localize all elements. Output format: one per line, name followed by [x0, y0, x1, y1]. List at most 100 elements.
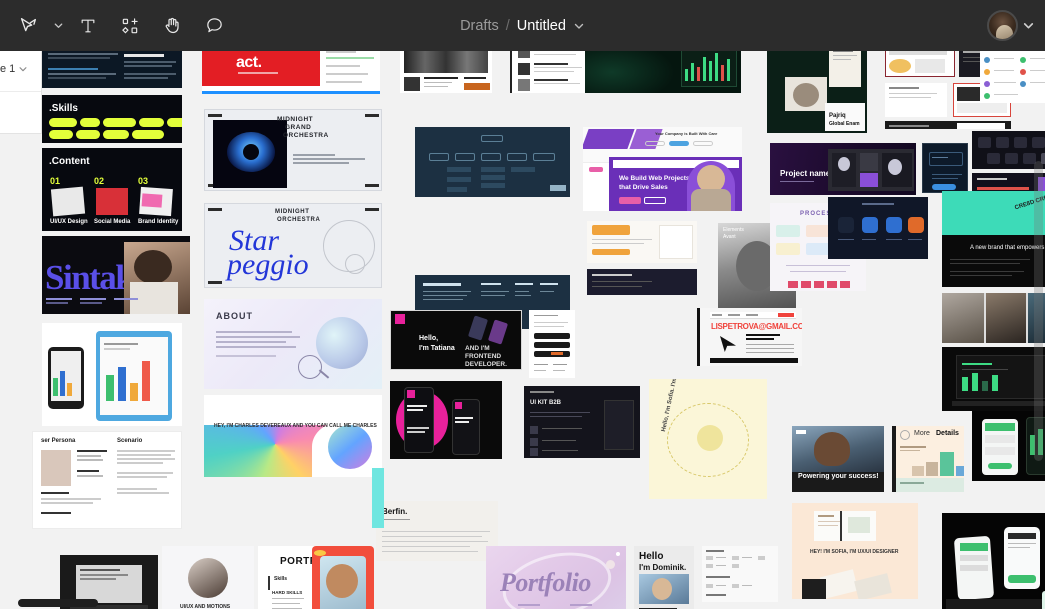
skills-title: .Skills	[49, 103, 78, 114]
pages-panel[interactable]: e 1	[0, 51, 42, 134]
thumb-portfolio-gradient[interactable]: Portfolio	[486, 546, 626, 609]
thumb-more-details[interactable]: More Details	[892, 426, 964, 492]
thumb-about[interactable]: ABOUT	[204, 299, 382, 389]
components-tool[interactable]	[110, 6, 150, 46]
move-tool[interactable]	[8, 6, 48, 46]
thumb-list-feed[interactable]	[510, 51, 590, 93]
chevron-down-icon[interactable]	[573, 20, 585, 32]
tatiana-hello: Hello,	[419, 335, 439, 342]
thumb-checklist-card[interactable]	[980, 51, 1045, 103]
thumb-letterhead[interactable]: HEY! I'M SOFIA, I'M UX/UI DESIGNER	[792, 503, 918, 599]
scenario-label: Scenario	[117, 438, 143, 444]
thumb-gradient-blob[interactable]: HEY, I'M CHARLES DEVEREAUX AND YOU CAN C…	[204, 395, 382, 477]
more-details-label-2: Details	[936, 430, 959, 437]
thumb-device-mock[interactable]	[42, 323, 182, 426]
thumb-designer-profile[interactable]: UI/UX AND MOTIONS Coral Designer	[162, 546, 254, 609]
midnight-grand-label: MIDNIGHT	[275, 209, 310, 215]
panel-divider	[0, 91, 41, 92]
portfolio-col1: HARD SKILLS	[272, 590, 303, 595]
breadcrumb-current-file[interactable]: Untitled	[517, 18, 566, 34]
tool-dropdown-caret-icon[interactable]	[50, 6, 66, 46]
thumb-powering[interactable]: Powering your success!	[792, 426, 884, 492]
green-editorial-sub: Global Enam	[829, 121, 860, 127]
thumb-yellow-swirl[interactable]: Hello, I'm Sofia. I'm UX/UI designer bas…	[649, 379, 767, 499]
page-item[interactable]: e 1	[0, 63, 28, 75]
avatar[interactable]	[987, 10, 1018, 41]
thumb-specs-list[interactable]	[702, 546, 778, 602]
about-title: ABOUT	[216, 311, 253, 321]
powering-text: Powering your success!	[798, 473, 879, 480]
page-label: e 1	[0, 63, 16, 75]
tatiana-role-1: AND I'M	[465, 345, 490, 352]
thumb-project-name[interactable]: Project name	[770, 143, 916, 195]
thumb-photo-grid[interactable]	[942, 293, 1045, 343]
breadcrumb-parent[interactable]: Drafts	[460, 18, 499, 34]
text-tool[interactable]	[68, 6, 108, 46]
hand-tool[interactable]	[152, 6, 192, 46]
persona-label: ser Persona	[41, 438, 76, 444]
designer-label: UI/UX AND MOTIONS	[180, 604, 231, 609]
orchestra-label: ORCHESTRA	[277, 217, 321, 223]
vertical-scrollbar[interactable]	[1034, 161, 1043, 461]
thumb-cyan-sliver[interactable]	[372, 468, 384, 528]
bw-portrait-label: Elements	[723, 227, 744, 233]
project-name-title: Project name	[780, 169, 831, 178]
bw-portrait-label-2: Avant	[723, 234, 736, 240]
thumb-trading-dark[interactable]	[585, 51, 741, 93]
content-label-1: UI/UX Design	[50, 219, 88, 225]
thumb-sitemap[interactable]	[415, 127, 570, 197]
top-toolbar: Drafts / Untitled	[0, 0, 1045, 51]
berfin-doc-title: Berfin.	[382, 507, 408, 516]
thumb-tatiana-phones[interactable]	[390, 381, 502, 459]
thumb-green-editorial[interactable]: Pajriq Global Enam	[767, 51, 867, 133]
thumb-ui-kit[interactable]: UI KIT B2B	[524, 386, 640, 458]
web-projects-line-1: We Build Web Projects	[619, 175, 690, 182]
thumb-skills[interactable]: .Skills	[42, 95, 182, 143]
tatiana-role-3: DEVELOPER.	[465, 361, 507, 368]
thumb-midnight-eye[interactable]: MIDNIGHT GRAND ORCHESTRA	[204, 109, 382, 191]
tatiana-role-2: FRONTEND	[465, 353, 502, 360]
content-label-3: Brand Identity	[138, 219, 179, 225]
thumb-settings-light[interactable]	[529, 310, 575, 378]
thumb-content[interactable]: .Content 01 02 03 UI/UX Design Social Me…	[42, 148, 182, 231]
account-chevron-down-icon[interactable]	[1022, 19, 1035, 32]
horizontal-scrollbar[interactable]	[18, 599, 98, 607]
content-title: .Content	[49, 156, 90, 167]
thumb-phone-3d[interactable]	[942, 513, 1045, 609]
thumb-tatiana-hero[interactable]: Hello, I'm Tatiana AND I'M FRONTEND DEVE…	[390, 310, 522, 370]
thumb-search-dark[interactable]	[922, 143, 968, 193]
design-canvas[interactable]: e 1 .Skills .Content 01 02 03 UI/UX Desi…	[0, 51, 1045, 609]
thumb-magazine-bw[interactable]	[400, 51, 492, 93]
thumb-dominik[interactable]: Hello I'm Dominik.	[634, 546, 694, 609]
toolbar-tools-group	[0, 6, 234, 46]
thumb-orange-list[interactable]	[587, 221, 697, 263]
lispetrova-email: LISPETROVA@GMAIL.COM	[711, 322, 802, 331]
comment-tool[interactable]	[194, 6, 234, 46]
thumb-persona[interactable]: ser Persona Scenario	[32, 431, 182, 529]
dominik-name: I'm Dominik.	[639, 563, 687, 572]
thumb-app-icons[interactable]	[828, 197, 928, 259]
thumb-act-logo[interactable]: act.	[202, 51, 380, 94]
midnight-line-2: GRAND	[285, 124, 312, 131]
thumb-star-peggio[interactable]: MIDNIGHT ORCHESTRA Star peggio	[204, 203, 382, 288]
more-details-label-1: More	[914, 430, 930, 437]
dominik-hello: Hello	[639, 551, 664, 562]
account-group	[987, 0, 1035, 51]
star-line-2: peggio	[227, 248, 309, 281]
content-num-1: 01	[50, 176, 61, 186]
thumb-orange-list-2[interactable]	[587, 269, 697, 295]
thumb-laptop-dark[interactable]	[942, 347, 1045, 411]
content-label-2: Social Media	[94, 219, 131, 225]
chevron-down-icon[interactable]	[18, 64, 28, 74]
thumb-lispetrova[interactable]: LISPETROVA@GMAIL.COM	[697, 308, 802, 366]
thumb-sintakov[interactable]: Sintakov	[42, 236, 190, 314]
ui-kit-title: UI KIT B2B	[530, 400, 562, 406]
web-projects-header: Your Company is Built With Care	[655, 131, 718, 136]
portfolio-gradient-title: Portfolio	[500, 568, 591, 597]
green-editorial-title: Pajriq	[829, 113, 846, 119]
thumb-web-projects[interactable]: Your Company is Built With Care We Build…	[583, 127, 742, 211]
thumb-berfin-doc[interactable]: Berfin.	[376, 501, 498, 561]
thumb-dark-resume[interactable]	[42, 51, 182, 88]
thumb-berfin[interactable]: Berfin.	[312, 546, 374, 609]
thumb-teal-brand[interactable]: CRE8D CRE8D A new brand that empowers pe…	[942, 191, 1045, 287]
